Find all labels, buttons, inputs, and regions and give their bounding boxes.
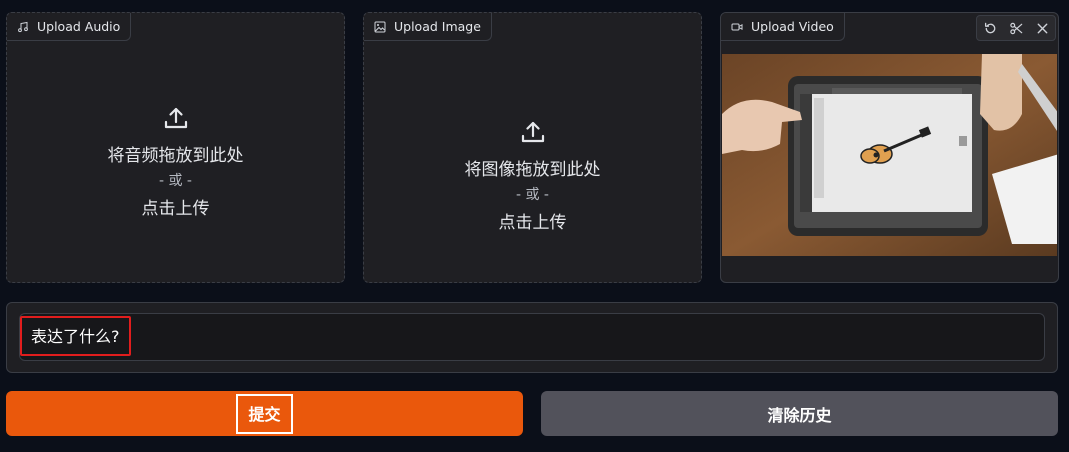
video-toolbar [976,15,1056,41]
image-drop-or: - 或 - [515,186,549,203]
video-upload-panel: Upload Video [720,12,1059,283]
question-input[interactable]: 表达了什么? [19,313,1045,361]
undo-icon [984,22,995,33]
video-preview[interactable] [722,54,1057,256]
upload-icon [521,121,544,142]
image-icon [374,21,386,32]
undo-button[interactable] [977,16,1003,40]
video-tab: Upload Video [721,13,845,41]
upload-icon [164,107,187,128]
video-camera-icon [731,23,743,30]
clear-history-label: 清除历史 [767,405,832,425]
submit-button-label: 提交 [236,393,293,434]
image-drop-text: 将图像拖放到此处 [464,159,601,180]
video-frame-thumbnail [722,54,1057,256]
audio-click-upload: 点击上传 [141,198,210,219]
music-note-icon [18,21,28,32]
audio-upload-panel: Upload Audio 将音频拖放到此处 - 或 - 点击上传 [6,12,345,283]
audio-drop-zone[interactable]: 将音频拖放到此处 - 或 - 点击上传 [7,41,344,282]
image-tab: Upload Image [364,13,492,41]
audio-tab-label: Upload Audio [37,19,121,34]
image-tab-label: Upload Image [394,19,481,34]
image-upload-panel: Upload Image 将图像拖放到此处 - 或 - 点击上传 [363,12,702,283]
close-icon [1037,23,1047,33]
image-drop-zone[interactable]: 将图像拖放到此处 - 或 - 点击上传 [364,69,701,282]
scissors-icon [1009,22,1022,34]
audio-drop-text: 将音频拖放到此处 [107,145,244,166]
clear-history-button[interactable]: 清除历史 [541,391,1058,436]
submit-button[interactable]: 提交 [6,391,523,436]
image-click-upload: 点击上传 [498,212,567,233]
audio-tab: Upload Audio [7,13,132,41]
audio-drop-or: - 或 - [158,172,192,189]
question-input-value: 表达了什么? [20,316,131,356]
question-textbox-container: 表达了什么? [6,302,1058,373]
trim-button[interactable] [1003,16,1029,40]
video-tab-label: Upload Video [751,19,834,34]
clear-video-button[interactable] [1029,16,1055,40]
